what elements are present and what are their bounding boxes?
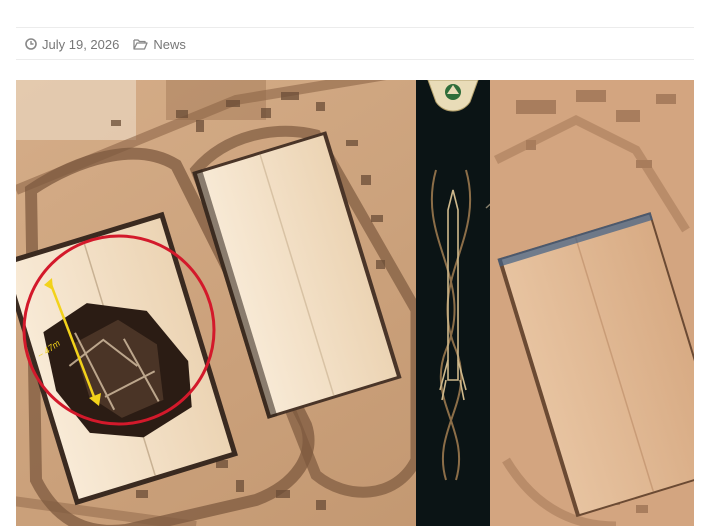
divider: [16, 27, 694, 28]
clock-icon: [25, 38, 37, 50]
folder-icon: [133, 38, 148, 50]
post-category-link[interactable]: News: [153, 37, 186, 52]
post-title-cut: [16, 0, 616, 6]
post-date-text: July 19, 2026: [42, 36, 120, 52]
featured-image: ~ 47m: [16, 80, 694, 526]
post-date: July 19, 2026: [25, 37, 119, 52]
post-category[interactable]: News: [133, 37, 186, 52]
divider: [16, 59, 694, 60]
emblem-banner: [416, 80, 490, 526]
post-meta: July 19, 2026 News: [25, 35, 186, 53]
